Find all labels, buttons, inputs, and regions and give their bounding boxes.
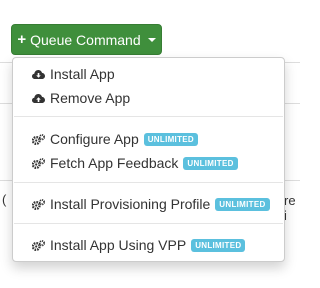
menu-divider	[14, 182, 283, 183]
menu-item-install-provisioning-profile[interactable]: Install Provisioning Profile UNLIMITED	[13, 193, 284, 215]
menu-divider	[14, 223, 283, 224]
menu-item-configure-app[interactable]: Configure App UNLIMITED	[13, 128, 284, 150]
menu-item-remove-app[interactable]: Remove App	[13, 87, 284, 109]
menu-divider	[14, 116, 283, 117]
background-text-fragment: re i	[284, 193, 296, 223]
background-text-fragment: (	[2, 192, 7, 207]
menu-item-label: Remove App	[50, 90, 131, 106]
menu-item-label: Configure App	[50, 131, 139, 147]
cloud-upload-icon	[32, 93, 45, 104]
cogs-icon	[32, 239, 45, 251]
cogs-icon	[32, 198, 45, 210]
menu-item-label: Install Provisioning Profile	[50, 196, 211, 212]
cloud-download-icon	[32, 69, 45, 80]
menu-item-install-app-using-vpp[interactable]: Install App Using VPP UNLIMITED	[13, 234, 284, 256]
menu-item-label: Fetch App Feedback	[50, 155, 179, 171]
menu-item-fetch-app-feedback[interactable]: Fetch App Feedback UNLIMITED	[13, 152, 284, 174]
cogs-icon	[32, 133, 45, 145]
menu-item-install-app[interactable]: Install App	[13, 63, 284, 85]
menu-item-label: Install App	[50, 66, 115, 82]
unlimited-badge: UNLIMITED	[143, 132, 198, 146]
queue-command-menu: Install App Remove App Configure App UNL…	[12, 57, 285, 262]
unlimited-badge: UNLIMITED	[191, 238, 246, 252]
unlimited-badge: UNLIMITED	[215, 197, 270, 211]
cogs-icon	[32, 157, 45, 169]
plus-icon: +	[17, 31, 27, 48]
unlimited-badge: UNLIMITED	[183, 156, 238, 170]
menu-item-label: Install App Using VPP	[50, 237, 187, 253]
queue-command-button[interactable]: + Queue Command	[11, 24, 162, 55]
queue-command-label: Queue Command	[30, 31, 141, 48]
caret-down-icon	[147, 37, 156, 42]
